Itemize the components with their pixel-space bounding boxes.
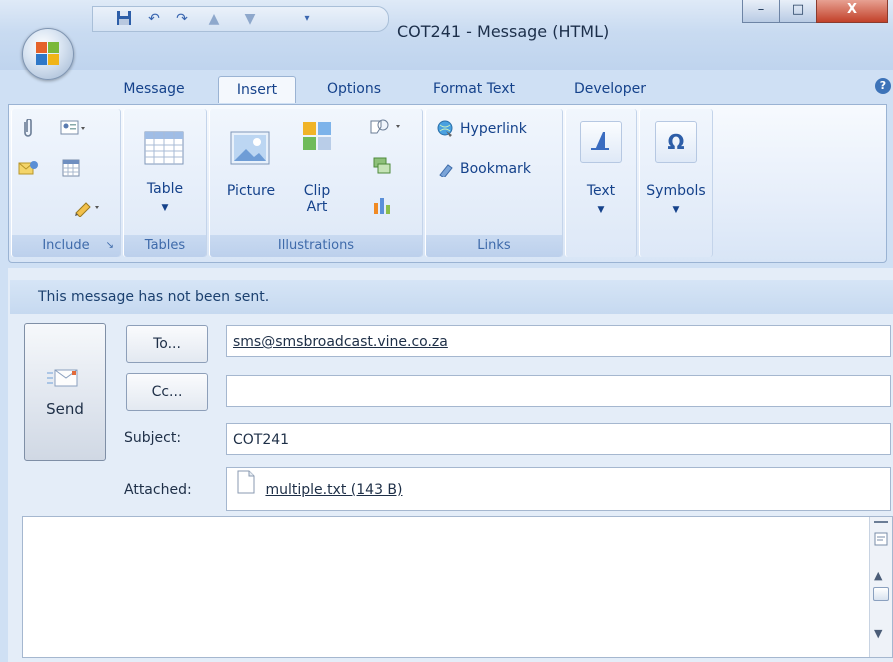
table-button[interactable]: Table — [124, 181, 206, 197]
table-dropdown-icon[interactable]: ▼ — [124, 203, 206, 213]
minimize-button[interactable]: – — [742, 0, 780, 23]
ribbon: Include ↘ Table ▼ Tables Picture Clip Ar… — [8, 104, 887, 263]
calendar-icon[interactable] — [62, 159, 80, 181]
chart-icon[interactable] — [372, 195, 392, 219]
scroll-down-arrow-icon[interactable]: ▼ — [874, 627, 882, 640]
redo-icon[interactable]: ↷ — [173, 10, 191, 28]
shapes-icon[interactable] — [368, 117, 406, 141]
message-body[interactable]: ▲ ▼ — [22, 516, 893, 658]
signature-icon[interactable] — [74, 197, 102, 221]
picture-button[interactable]: Picture — [216, 183, 286, 199]
tab-format-text[interactable]: Format Text — [418, 76, 530, 102]
attachment-link[interactable]: multiple.txt (143 B) — [265, 482, 402, 498]
group-label-tables: Tables — [124, 235, 206, 257]
subject-field[interactable]: COT241 — [226, 423, 891, 455]
hyperlink-globe-icon[interactable] — [436, 119, 456, 143]
symbols-dropdown-icon[interactable]: ▼ — [640, 205, 712, 215]
ribbon-tabs: Message Insert Options Format Text Devel… — [0, 70, 893, 105]
group-tables: Table ▼ Tables — [123, 109, 207, 257]
outlook-item-icon[interactable] — [18, 159, 40, 183]
split-handle[interactable] — [874, 521, 888, 523]
text-icon[interactable] — [580, 121, 622, 163]
info-bar-text: This message has not been sent. — [38, 289, 270, 305]
to-field[interactable]: sms@smsbroadcast.vine.co.za — [226, 325, 891, 357]
send-envelope-icon — [45, 368, 79, 394]
send-button[interactable]: Send — [24, 323, 106, 461]
send-label: Send — [46, 400, 84, 418]
office-button[interactable] — [22, 28, 74, 80]
dialog-launcher-icon[interactable]: ↘ — [106, 235, 114, 257]
group-text: Text ▼ — [565, 109, 637, 257]
attached-label: Attached: — [124, 482, 192, 498]
text-file-icon — [237, 468, 255, 512]
symbols-button[interactable]: Symbols — [640, 183, 712, 199]
vertical-scrollbar[interactable]: ▲ ▼ — [869, 517, 892, 657]
group-illustrations: Picture Clip Art Illustrations — [209, 109, 423, 257]
tab-options[interactable]: Options — [314, 76, 394, 102]
hyperlink-button[interactable]: Hyperlink — [460, 121, 527, 137]
cc-button[interactable]: Cc... — [126, 373, 208, 411]
tab-developer[interactable]: Developer — [560, 76, 660, 102]
quick-access-toolbar: ↶ ↷ ▲ ▼ ▾ — [92, 6, 389, 32]
maximize-button[interactable]: □ — [779, 0, 817, 23]
include-label: Include — [42, 238, 90, 253]
next-item-icon[interactable]: ▼ — [241, 10, 259, 28]
office-logo-icon — [36, 42, 60, 66]
group-include: Include ↘ — [11, 109, 121, 257]
group-label-links: Links — [426, 235, 562, 257]
art-label: Art — [306, 199, 328, 215]
ruler-icon[interactable] — [873, 531, 889, 551]
to-recipient[interactable]: sms@smsbroadcast.vine.co.za — [233, 334, 448, 350]
clip-label: Clip — [303, 183, 331, 199]
customize-toolbar-icon[interactable]: ▾ — [298, 10, 316, 28]
clip-art-button[interactable]: Clip Art — [294, 183, 340, 215]
text-button[interactable]: Text — [566, 183, 636, 199]
save-icon[interactable] — [115, 10, 133, 28]
attachment-field: multiple.txt (143 B) — [226, 467, 891, 511]
window-title: COT241 - Message (HTML) — [397, 22, 610, 41]
bookmark-icon[interactable] — [438, 161, 456, 181]
group-links: Hyperlink Bookmark Links — [425, 109, 563, 257]
group-label-illustrations: Illustrations — [210, 235, 422, 257]
undo-icon[interactable]: ↶ — [145, 10, 163, 28]
title-bar: ↶ ↷ ▲ ▼ ▾ COT241 - Message (HTML) – □ X — [0, 0, 893, 70]
help-icon[interactable]: ? — [875, 78, 891, 94]
paperclip-icon[interactable] — [20, 118, 36, 143]
cc-field[interactable] — [226, 375, 891, 407]
previous-item-icon[interactable]: ▲ — [205, 10, 223, 28]
info-bar: This message has not been sent. — [10, 280, 893, 314]
smartart-icon[interactable] — [372, 157, 392, 179]
bookmark-button[interactable]: Bookmark — [460, 161, 531, 177]
clip-art-icon[interactable] — [302, 121, 332, 155]
group-symbols: Ω Symbols ▼ — [639, 109, 713, 257]
picture-icon[interactable] — [230, 131, 270, 169]
close-button[interactable]: X — [816, 0, 888, 23]
table-grid-icon[interactable] — [144, 131, 184, 169]
tab-insert[interactable]: Insert — [218, 76, 296, 103]
tab-message[interactable]: Message — [110, 76, 198, 102]
business-card-icon[interactable] — [60, 119, 86, 141]
scroll-thumb[interactable] — [873, 587, 889, 601]
scroll-up-arrow-icon[interactable]: ▲ — [874, 569, 882, 582]
group-label-include: Include ↘ — [12, 235, 120, 257]
to-button[interactable]: To... — [126, 325, 208, 363]
text-dropdown-icon[interactable]: ▼ — [566, 205, 636, 215]
symbol-omega-icon[interactable]: Ω — [655, 121, 697, 163]
subject-label: Subject: — [124, 430, 182, 446]
